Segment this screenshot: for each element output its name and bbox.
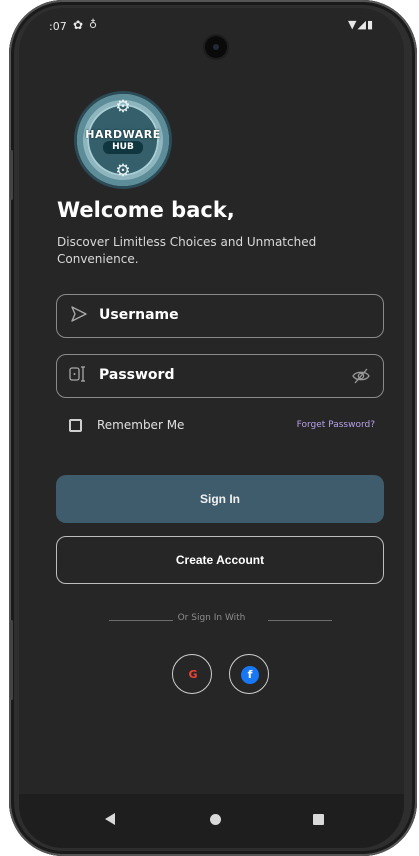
home-icon[interactable]: [210, 814, 221, 825]
username-field[interactable]: Username: [56, 294, 384, 338]
remember-me-checkbox[interactable]: [69, 419, 82, 432]
gear-icon: ✿: [73, 18, 84, 32]
phone-side-button: [10, 620, 13, 700]
create-account-button[interactable]: Create Account: [56, 536, 384, 584]
battery-icon: ▮: [366, 18, 374, 31]
welcome-subtitle: Discover Limitless Choices and Unmatched…: [57, 235, 317, 266]
gear-icon: ⚙: [115, 161, 131, 181]
google-icon: G: [188, 668, 198, 681]
logo-text-hub: HUB: [103, 141, 143, 154]
hardware-hub-logo: ⚙ HARDWARE HUB ⚙: [77, 94, 169, 186]
camera-hole: [205, 36, 227, 58]
sign-in-button[interactable]: Sign In: [56, 475, 384, 523]
password-placeholder: Password: [99, 367, 175, 383]
phone-side-button: [10, 150, 13, 200]
back-icon[interactable]: [105, 813, 115, 825]
forget-password-link[interactable]: Forget Password?: [297, 420, 375, 430]
recents-icon[interactable]: [313, 814, 324, 825]
system-nav-bar: [19, 794, 404, 848]
password-field[interactable]: Password: [56, 354, 384, 398]
gear-icon: ⚙: [115, 97, 131, 117]
status-time: :07: [49, 20, 67, 33]
or-sign-in-with-label: Or Sign In With: [177, 613, 246, 623]
logo-text-hardware: HARDWARE: [85, 128, 161, 141]
google-sign-in-button[interactable]: G: [172, 654, 212, 694]
eye-off-icon[interactable]: [351, 366, 371, 386]
password-icon: [69, 365, 89, 387]
username-placeholder: Username: [99, 307, 179, 323]
app-screen: :07 ✿ ♁ ▼◢▮ ⚙ HARDWARE HUB ⚙ Welcome bac…: [19, 8, 404, 848]
facebook-icon: f: [241, 666, 259, 684]
welcome-title: Welcome back,: [57, 198, 235, 222]
shield-icon: ♁: [89, 18, 98, 31]
send-icon: [69, 305, 89, 327]
remember-me-label: Remember Me: [97, 418, 185, 432]
facebook-sign-in-button[interactable]: f: [229, 654, 269, 694]
status-right-icons: ▼◢▮: [348, 18, 374, 31]
signal-icon: ◢: [357, 18, 367, 31]
divider-line-right: [268, 620, 332, 621]
